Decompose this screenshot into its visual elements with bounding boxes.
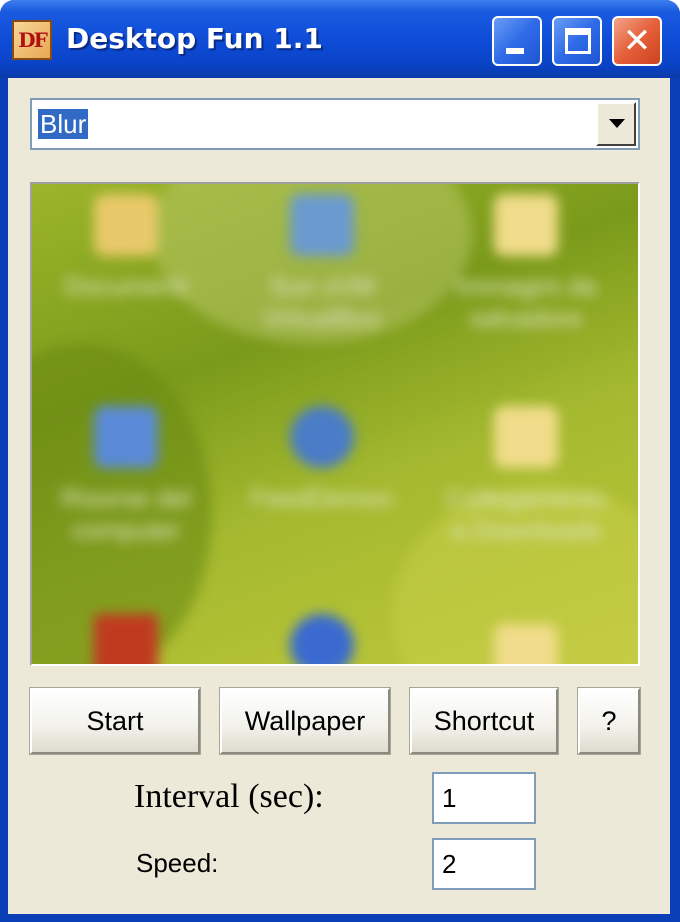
shortcut-folder-icon (494, 406, 558, 468)
interval-input[interactable] (432, 772, 536, 824)
preview-content: Documenti Sun xVM VirtualBox Immagini da… (32, 184, 638, 664)
globe-icon (290, 614, 354, 664)
folder-icon (494, 624, 558, 664)
wallpaper-button[interactable]: Wallpaper (219, 687, 391, 755)
maximize-button[interactable] (552, 16, 602, 66)
desktop-icon-label: Immagini da salvadore (455, 271, 597, 333)
speed-input[interactable] (432, 838, 536, 890)
desktop-icon-virtualbox: Sun xVM VirtualBox (232, 194, 412, 334)
desktop-icon-app (36, 614, 216, 664)
close-button[interactable]: ✕ (612, 16, 662, 66)
desktop-icon-label: FeedDemon (250, 483, 394, 513)
help-button[interactable]: ? (577, 687, 641, 755)
start-button[interactable]: Start (29, 687, 201, 755)
desktop-icon-feeddemon: FeedDemon (232, 406, 412, 514)
desktop-icon-label: Documenti (63, 271, 189, 301)
desktop-icon-images: Immagini da salvadore (436, 194, 616, 334)
title-bar[interactable]: DF Desktop Fun 1.1 ✕ (0, 0, 680, 78)
desktop-icon-folder (436, 624, 616, 664)
documents-folder-icon (94, 194, 158, 256)
window-title: Desktop Fun 1.1 (66, 22, 323, 55)
close-icon: ✕ (622, 21, 652, 61)
desktop-icon-documents: Documenti (36, 194, 216, 302)
feeddemon-icon (290, 406, 354, 468)
chevron-down-icon[interactable] (596, 102, 636, 146)
effect-dropdown-value: Blur (38, 109, 89, 139)
desktop-icon-downloads: Collegamento a Downloads (436, 406, 616, 546)
effect-dropdown[interactable]: Blur (30, 98, 640, 150)
maximize-icon (565, 28, 591, 54)
interval-label: Interval (sec): (134, 778, 324, 815)
client-area: Blur Documenti Sun xVM VirtualBox Immagi… (8, 78, 670, 914)
red-app-icon (94, 614, 158, 664)
virtualbox-icon (290, 194, 354, 256)
app-icon[interactable]: DF (12, 20, 52, 60)
desktop-icon-label: Risorse del computer (60, 483, 192, 545)
desktop-icon-browser (232, 614, 412, 664)
desktop-icon-label: Collegamento a Downloads (445, 483, 607, 545)
desktop-icon-label: Sun xVM VirtualBox (262, 271, 382, 333)
folder-icon (494, 194, 558, 256)
desktop-preview: Documenti Sun xVM VirtualBox Immagini da… (30, 182, 640, 666)
shortcut-button[interactable]: Shortcut (409, 687, 559, 755)
minimize-button[interactable] (492, 16, 542, 66)
app-window: DF Desktop Fun 1.1 ✕ Blur Documenti Sun … (0, 0, 680, 922)
minimize-icon (506, 48, 524, 54)
desktop-icon-computer: Risorse del computer (36, 406, 216, 546)
app-icon-text: DF (18, 28, 48, 52)
my-computer-icon (94, 406, 158, 468)
speed-label: Speed: (136, 848, 219, 878)
